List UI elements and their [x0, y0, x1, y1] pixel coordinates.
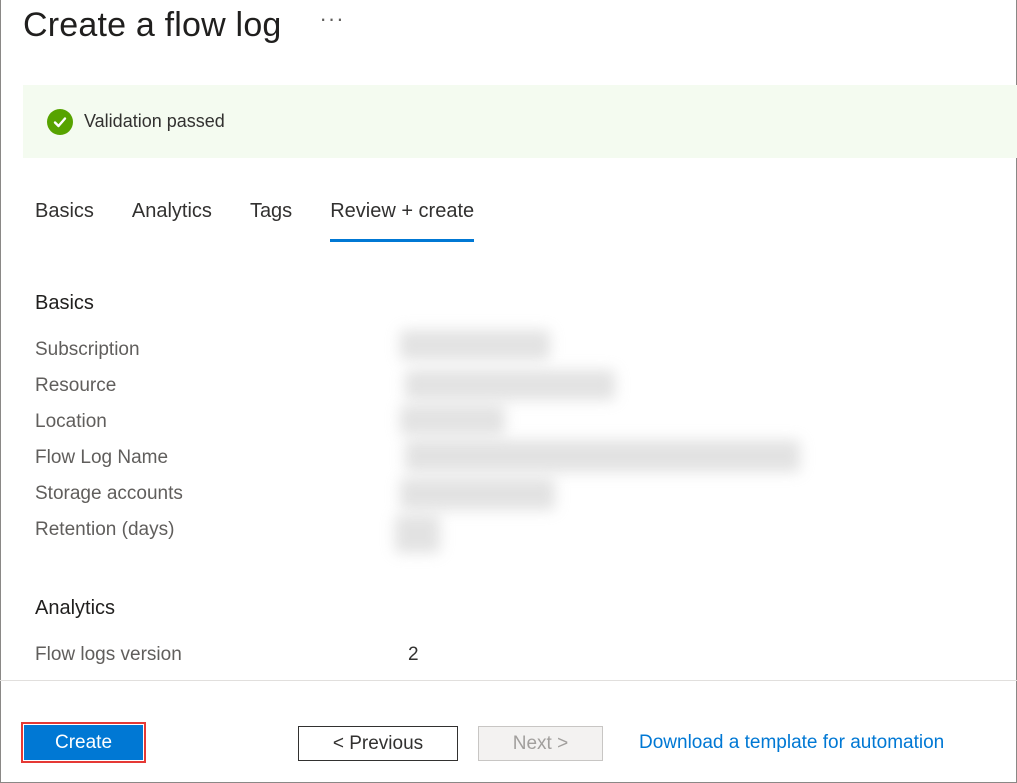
- tab-basics[interactable]: Basics: [35, 200, 94, 242]
- validation-status-text: Validation passed: [84, 111, 225, 131]
- redacted-resource-value: [405, 370, 615, 400]
- redacted-subscription-value: [400, 330, 550, 360]
- next-button: Next >: [478, 726, 603, 761]
- more-options-button[interactable]: ···: [320, 8, 345, 30]
- page-title: Create a flow log: [23, 5, 282, 44]
- tab-tags[interactable]: Tags: [250, 200, 292, 242]
- redacted-flow-log-name-value: [405, 440, 800, 472]
- flow-logs-version-value: 2: [408, 644, 419, 665]
- check-circle-icon: [47, 108, 73, 135]
- validation-banner: Validation passed: [23, 85, 1017, 158]
- download-template-link[interactable]: Download a template for automation: [639, 732, 944, 754]
- flow-logs-version-label: Flow logs version: [35, 644, 182, 665]
- redacted-retention-value: [395, 515, 440, 553]
- resource-label: Resource: [35, 375, 117, 396]
- flow-log-name-label: Flow Log Name: [35, 447, 169, 468]
- create-button[interactable]: Create: [24, 725, 143, 760]
- tab-analytics[interactable]: Analytics: [132, 200, 212, 242]
- previous-button[interactable]: < Previous: [298, 726, 458, 761]
- location-label: Location: [35, 411, 107, 432]
- analytics-heading: Analytics: [35, 597, 116, 619]
- redacted-location-value: [400, 405, 505, 435]
- storage-accounts-label: Storage accounts: [35, 483, 183, 504]
- retention-days-label: Retention (days): [35, 519, 175, 540]
- subscription-label: Subscription: [35, 339, 140, 360]
- tab-bar: Basics Analytics Tags Review + create: [35, 200, 512, 242]
- footer-divider: [0, 680, 1017, 681]
- tab-review-create[interactable]: Review + create: [330, 200, 474, 242]
- title-row: Create a flow log ···: [23, 2, 345, 48]
- redacted-storage-accounts-value: [400, 478, 555, 510]
- basics-heading: Basics: [35, 292, 94, 314]
